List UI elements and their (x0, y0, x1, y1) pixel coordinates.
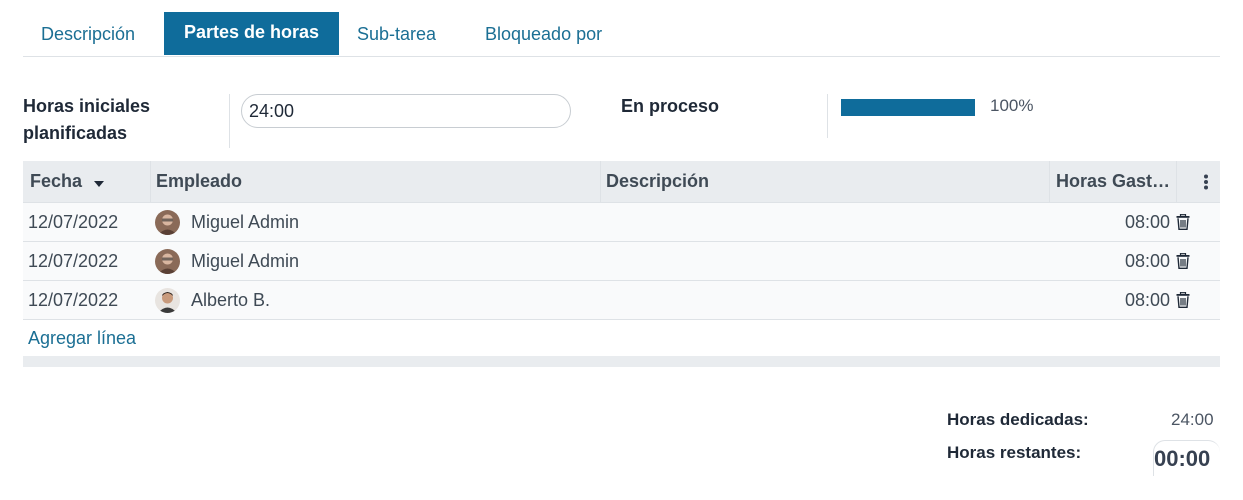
column-separator (600, 161, 601, 202)
table-row[interactable]: 12/07/2022 Miguel Admin 08:00 (23, 203, 1220, 242)
add-line-link[interactable]: Agregar línea (28, 320, 136, 356)
spent-hours-value: 24:00 (1171, 410, 1214, 429)
column-separator (1176, 161, 1177, 202)
row-hours: 08:00 (1124, 251, 1170, 271)
divider (827, 94, 828, 138)
planned-hours-label: Horas iniciales planificadas (23, 93, 150, 147)
avatar (155, 249, 180, 274)
tab-bloqueado-por[interactable]: Bloqueado por (485, 12, 602, 55)
row-employee: Miguel Admin (191, 212, 300, 232)
caret-down-icon (93, 162, 105, 202)
trash-icon[interactable] (1176, 213, 1190, 230)
planned-hours-input[interactable] (241, 94, 571, 128)
avatar (155, 288, 180, 313)
tab-bar: Descripción Partes de horas Sub-tarea Bl… (23, 12, 1220, 57)
row-employee: Miguel Admin (191, 251, 300, 271)
column-header-empleado[interactable]: Empleado (156, 161, 596, 202)
planned-hours-label-line2: planificadas (23, 123, 128, 143)
column-header-descripcion[interactable]: Descripción (606, 161, 1046, 202)
table-header: Fecha Empleado Descripción Horas Gast… (23, 161, 1220, 203)
table-row[interactable]: 12/07/2022 Alberto B. 08:00 (23, 281, 1220, 320)
row-date: 12/07/2022 (28, 212, 119, 232)
column-separator (150, 161, 151, 202)
progress-label: En proceso (621, 96, 720, 116)
tab-sub-tarea[interactable]: Sub-tarea (357, 12, 436, 55)
tab-partes-de-horas[interactable]: Partes de horas (164, 12, 339, 55)
table-row[interactable]: 12/07/2022 Miguel Admin 08:00 (23, 242, 1220, 281)
divider (229, 94, 230, 148)
column-header-label: Fecha (30, 171, 83, 191)
kebab-vertical-icon[interactable] (1203, 161, 1217, 202)
row-hours: 08:00 (1124, 212, 1170, 232)
progress-bar-fill (841, 99, 975, 116)
tab-descripcion[interactable]: Descripción (41, 12, 135, 55)
timesheet-table: Fecha Empleado Descripción Horas Gast… 1… (23, 161, 1220, 356)
trash-icon[interactable] (1176, 252, 1190, 269)
row-employee: Alberto B. (191, 290, 271, 310)
row-date: 12/07/2022 (28, 251, 119, 271)
remaining-hours-label: Horas restantes: (947, 443, 1082, 462)
column-header-horas-gastadas[interactable]: Horas Gast… (1056, 161, 1171, 202)
column-header-fecha[interactable]: Fecha (30, 161, 140, 202)
planned-hours-label-line1: Horas iniciales (23, 96, 151, 116)
progress-percent: 100% (990, 96, 1034, 115)
spent-hours-label: Horas dedicadas: (947, 410, 1089, 429)
add-line-row: Agregar línea (23, 320, 1220, 356)
table-footer-bar (23, 356, 1220, 367)
progress-bar (841, 99, 975, 116)
row-hours: 08:00 (1124, 290, 1170, 310)
remaining-hours-value: 00:00 (1154, 446, 1211, 471)
avatar (155, 210, 180, 235)
row-date: 12/07/2022 (28, 290, 119, 310)
column-separator (1049, 161, 1050, 202)
trash-icon[interactable] (1176, 291, 1190, 308)
